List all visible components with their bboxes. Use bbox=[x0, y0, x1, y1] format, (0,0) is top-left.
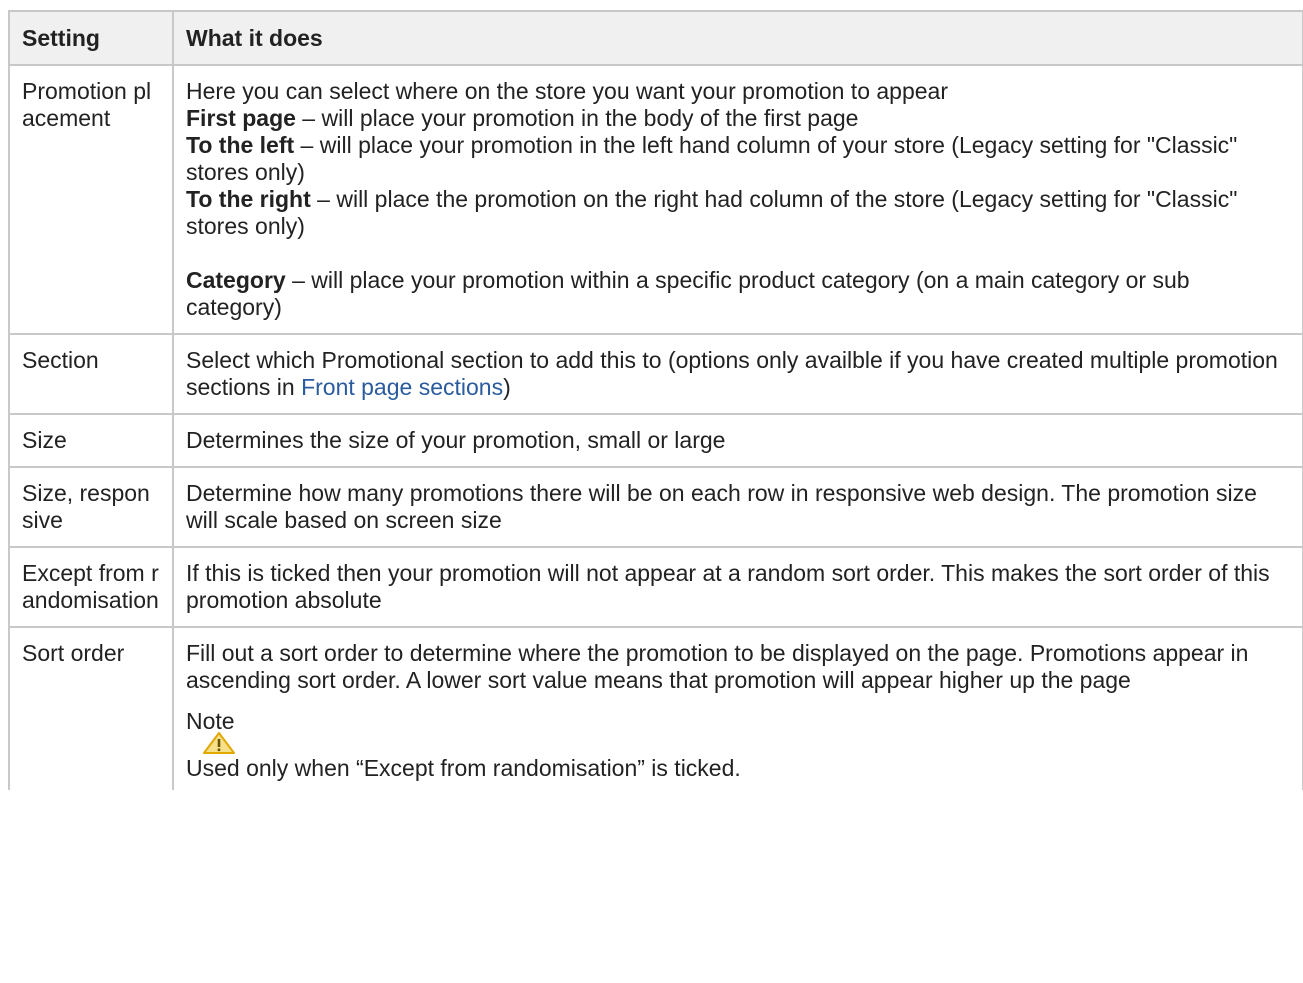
note-text: Used only when “Except from randomisatio… bbox=[186, 755, 741, 781]
placement-option: First page – will place your promotion i… bbox=[186, 105, 1290, 132]
setting-name: Section bbox=[8, 333, 174, 415]
placement-option-label: Category bbox=[186, 267, 286, 293]
table-row: Except from randomisation If this is tic… bbox=[8, 546, 1303, 628]
placement-intro: Here you can select where on the store y… bbox=[186, 78, 948, 104]
placement-option: Category – will place your promotion wit… bbox=[186, 267, 1290, 321]
settings-table: Setting What it does Promotion placement… bbox=[8, 10, 1303, 790]
placement-option: To the left – will place your promotion … bbox=[186, 132, 1290, 186]
placement-option-text: – will place your promotion in the body … bbox=[295, 105, 859, 131]
sort-order-text: Fill out a sort order to determine where… bbox=[186, 640, 1249, 693]
placement-option-text: – will place the promotion on the right … bbox=[186, 186, 1238, 239]
table-row: Section Select which Promotional section… bbox=[8, 333, 1303, 415]
setting-name: Except from randomisation bbox=[8, 546, 174, 628]
setting-name: Size bbox=[8, 413, 174, 468]
setting-name: Promotion placement bbox=[8, 64, 174, 335]
setting-description: If this is ticked then your promotion wi… bbox=[172, 546, 1303, 628]
placement-option: To the right – will place the promotion … bbox=[186, 186, 1290, 240]
table-row: Size Determines the size of your promoti… bbox=[8, 413, 1303, 468]
table-row: Size, responsive Determine how many prom… bbox=[8, 466, 1303, 548]
placement-option-label: First page bbox=[186, 105, 296, 131]
setting-description: Determine how many promotions there will… bbox=[172, 466, 1303, 548]
header-setting: Setting bbox=[8, 10, 174, 66]
note-panel: Note Used only when “Except from randomi… bbox=[186, 708, 1290, 782]
placement-option-label: To the left bbox=[186, 132, 295, 158]
placement-option-label: To the right bbox=[186, 186, 311, 212]
table-row: Promotion placement Here you can select … bbox=[8, 64, 1303, 335]
header-what-it-does: What it does bbox=[172, 10, 1303, 66]
placement-option-text: – will place your promotion in the left … bbox=[186, 132, 1238, 185]
section-text-end: ) bbox=[503, 374, 511, 400]
setting-name: Size, responsive bbox=[8, 466, 174, 548]
note-title: Note bbox=[186, 708, 235, 734]
setting-description: Determines the size of your promotion, s… bbox=[172, 413, 1303, 468]
setting-name: Sort order bbox=[8, 626, 174, 790]
front-page-sections-link[interactable]: Front page sections bbox=[301, 374, 503, 400]
table-row: Sort order Fill out a sort order to dete… bbox=[8, 626, 1303, 790]
setting-description: Here you can select where on the store y… bbox=[172, 64, 1303, 335]
setting-description: Fill out a sort order to determine where… bbox=[172, 626, 1303, 790]
setting-description: Select which Promotional section to add … bbox=[172, 333, 1303, 415]
placement-option-text: – will place your promotion within a spe… bbox=[186, 267, 1190, 320]
table-header-row: Setting What it does bbox=[8, 10, 1303, 66]
